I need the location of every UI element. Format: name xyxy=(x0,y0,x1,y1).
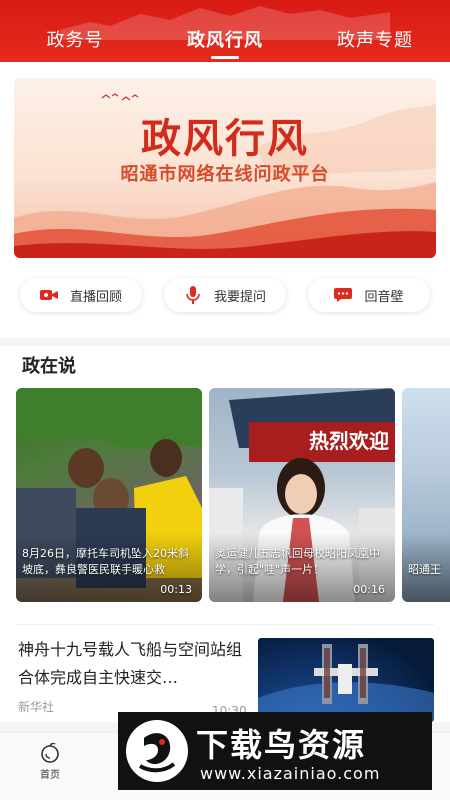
hero-banner[interactable]: 政风行风 昭通市网络在线问政平台 xyxy=(14,78,436,258)
divider xyxy=(16,624,434,625)
news-headline: 神舟十九号载人飞船与空间站组合体完成自主快速交… xyxy=(18,640,243,687)
live-replay-button[interactable]: 直播回顾 xyxy=(20,278,142,312)
bird-logo-icon xyxy=(126,720,188,782)
news-item[interactable]: 神舟十九号载人飞船与空间站组合体完成自主快速交… 新华社 xyxy=(18,636,244,715)
watermark-brand: 下载鸟资源 xyxy=(196,726,367,764)
nav-home-label: 首页 xyxy=(40,770,60,781)
video-caption: 奥运健儿五志帆回母校昭阳凤凰中学，引起"哇"声一片！ xyxy=(215,547,380,576)
ask-question-button[interactable]: 我要提问 xyxy=(164,278,286,312)
banner-subtitle: 昭通市网络在线问政平台 xyxy=(120,164,330,185)
video-card[interactable]: 热烈欢迎 奥运健儿五志帆回母校昭阳凤凰中学，引起"哇"声一片！ 00:16 xyxy=(209,388,395,602)
nav-home[interactable]: 首页 xyxy=(30,743,70,781)
echo-wall-button[interactable]: 回音壁 xyxy=(308,278,430,312)
video-card[interactable]: 8月26日，摩托车司机坠入20米斜坡底，彝良警医民联手暖心救 00:13 xyxy=(16,388,202,602)
video-caption: 昭通王珂学校着成 xyxy=(408,563,442,576)
zheng-zai-shuo-section: 政在说 8月26日，摩托车司机坠入20米斜坡底，彝良警医民联手暖心救 00:13… xyxy=(0,346,450,722)
chat-bubble-icon xyxy=(334,287,353,303)
video-duration: 00:13 xyxy=(160,583,192,596)
banner-title: 政风行风 xyxy=(141,115,309,162)
tab-zhengshengzhuanti[interactable]: 政声专题 xyxy=(310,26,440,52)
tab-zhengwuhao[interactable]: 政务号 xyxy=(10,26,140,52)
live-replay-label: 直播回顾 xyxy=(69,289,122,305)
video-caption: 8月26日，摩托车司机坠入20米斜坡底，彝良警医民联手暖心救 xyxy=(22,547,189,576)
ask-question-label: 我要提问 xyxy=(213,289,266,305)
tab-label: 政风行风 xyxy=(187,30,263,51)
watermark-url: www.xiazainiao.com xyxy=(200,764,381,783)
video-camera-icon xyxy=(39,287,58,303)
quick-actions: 直播回顾 我要提问 回音壁 xyxy=(20,278,430,312)
microphone-icon xyxy=(184,286,202,304)
space-station-image xyxy=(258,644,434,722)
top-tab-bar: 政务号 政风行风 政声专题 xyxy=(0,0,450,62)
news-thumbnail[interactable] xyxy=(258,638,434,722)
tab-zhengfengxingfeng[interactable]: 政风行风 xyxy=(160,26,290,59)
video-duration: 00:16 xyxy=(353,583,385,596)
watermark-overlay: 下载鸟资源 www.xiazainiao.com xyxy=(118,712,432,790)
section-title: 政在说 xyxy=(22,356,76,377)
video-card-partial[interactable]: 昭通王珂学校着成 xyxy=(402,388,450,602)
echo-wall-label: 回音壁 xyxy=(364,289,404,305)
home-icon xyxy=(41,743,59,763)
active-tab-indicator xyxy=(211,56,239,59)
svg-text:热烈欢迎: 热烈欢迎 xyxy=(309,429,389,453)
